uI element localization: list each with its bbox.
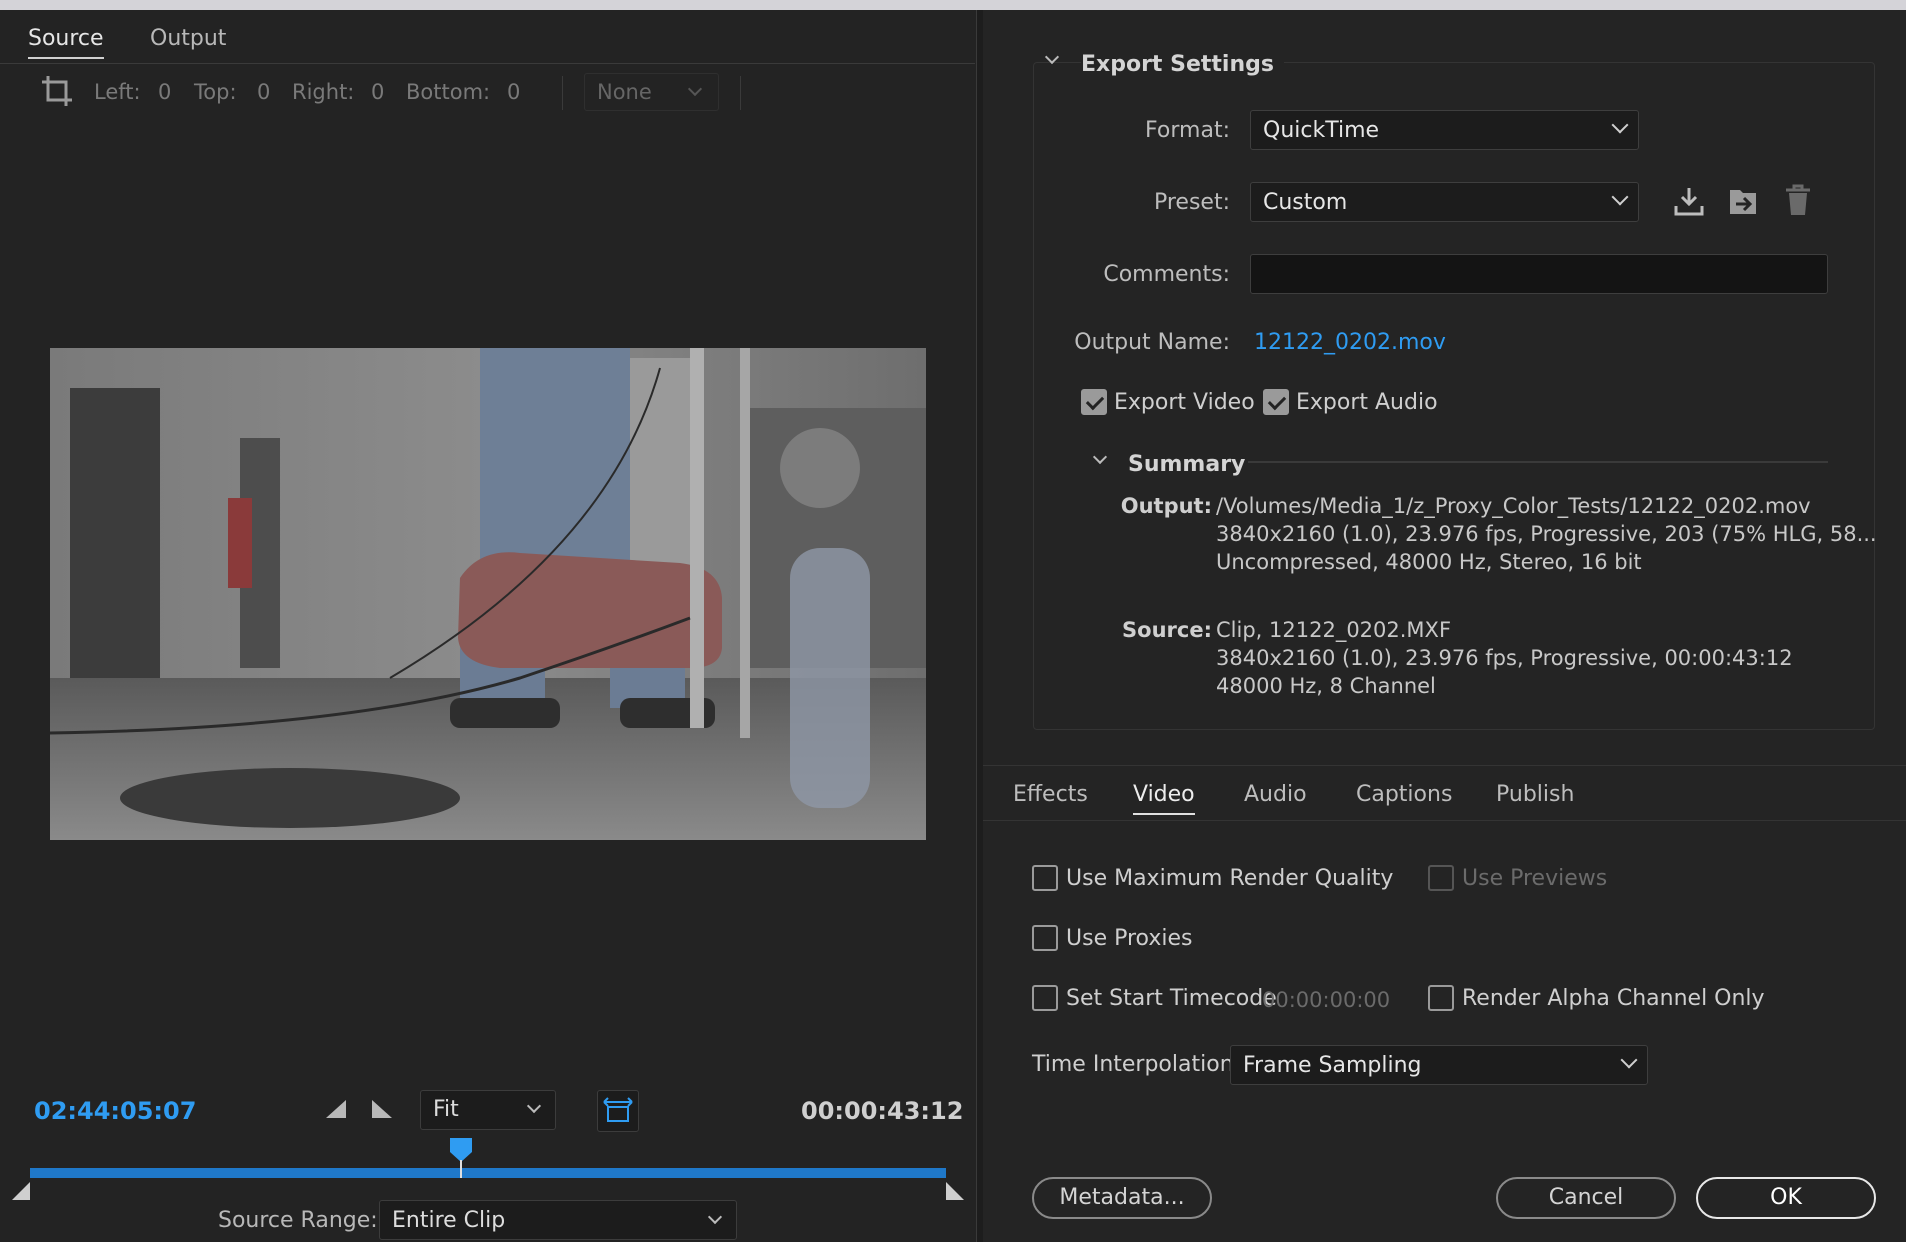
save-preset-icon[interactable]	[1672, 184, 1706, 218]
chevron-down-icon	[1611, 188, 1629, 206]
summary-output-line: /Volumes/Media_1/z_Proxy_Color_Tests/121…	[1216, 494, 1811, 518]
crop-top-label: Top:	[194, 80, 237, 104]
preset-dropdown[interactable]: Custom	[1250, 182, 1639, 222]
time-interpolation-dropdown[interactable]: Frame Sampling	[1230, 1045, 1648, 1085]
chevron-down-icon	[526, 1098, 542, 1114]
summary-title: Summary	[1128, 452, 1246, 477]
playhead-handle[interactable]	[448, 1136, 474, 1178]
aspect-correction-button[interactable]	[597, 1090, 639, 1132]
source-range-label: Source Range:	[218, 1208, 378, 1233]
crop-icon[interactable]	[40, 74, 74, 108]
render-alpha-checkbox[interactable]	[1428, 985, 1454, 1011]
crop-left-label: Left:	[94, 80, 141, 104]
summary-source-key: Source:	[1122, 618, 1212, 642]
toolbar-divider	[562, 76, 563, 110]
export-audio-checkbox[interactable]	[1263, 389, 1289, 415]
preset-value: Custom	[1263, 190, 1348, 215]
current-timecode[interactable]: 02:44:05:07	[34, 1097, 196, 1125]
ok-button[interactable]: OK	[1696, 1177, 1876, 1219]
preset-label: Preset:	[1153, 190, 1230, 215]
crop-right-label: Right:	[292, 80, 355, 104]
in-point-marker-icon[interactable]	[10, 1180, 32, 1202]
use-proxies-checkbox[interactable]	[1032, 925, 1058, 951]
video-preview	[50, 348, 926, 840]
time-interpolation-value: Frame Sampling	[1243, 1053, 1422, 1078]
use-previews-label: Use Previews	[1462, 866, 1608, 891]
summary-divider	[1248, 461, 1828, 463]
time-interpolation-label: Time Interpolation:	[1032, 1052, 1242, 1077]
set-start-timecode-label: Set Start Timecode	[1066, 986, 1277, 1011]
start-timecode-value[interactable]: 00:00:00:00	[1262, 988, 1390, 1012]
output-name-label: Output Name:	[1074, 330, 1230, 355]
max-render-quality-label: Use Maximum Render Quality	[1066, 866, 1394, 891]
export-audio-label: Export Audio	[1296, 390, 1438, 415]
cancel-button[interactable]: Cancel	[1496, 1177, 1676, 1219]
set-out-point-icon[interactable]	[370, 1098, 394, 1120]
set-in-point-icon[interactable]	[324, 1098, 348, 1120]
export-video-label: Export Video	[1114, 390, 1255, 415]
use-proxies-label: Use Proxies	[1066, 926, 1193, 951]
comments-label: Comments:	[1103, 262, 1230, 287]
chevron-down-icon	[707, 1209, 723, 1225]
chevron-down-icon	[1611, 116, 1629, 134]
tab-video[interactable]: Video	[1133, 782, 1195, 815]
tab-audio[interactable]: Audio	[1244, 782, 1307, 807]
crop-bottom-label: Bottom:	[406, 80, 491, 104]
summary-source-line: 48000 Hz, 8 Channel	[1216, 674, 1436, 698]
chevron-down-icon	[1620, 1051, 1638, 1069]
crop-aspect-dropdown[interactable]: None	[584, 73, 719, 111]
crop-top-value[interactable]: 0	[257, 80, 270, 104]
format-value: QuickTime	[1263, 118, 1380, 143]
comments-input[interactable]	[1250, 254, 1828, 294]
format-label: Format:	[1145, 118, 1230, 143]
tab-publish[interactable]: Publish	[1496, 782, 1574, 807]
set-start-timecode-checkbox[interactable]	[1032, 985, 1058, 1011]
out-point-marker-icon[interactable]	[944, 1180, 966, 1202]
crop-bottom-value[interactable]: 0	[507, 80, 520, 104]
summary-source-line: 3840x2160 (1.0), 23.976 fps, Progressive…	[1216, 646, 1793, 670]
duration-timecode: 00:00:43:12	[801, 1097, 964, 1125]
source-range-dropdown[interactable]: Entire Clip	[379, 1200, 737, 1240]
window-top-bar	[0, 0, 1906, 10]
output-name-link[interactable]: 12122_0202.mov	[1254, 330, 1446, 355]
max-render-quality-checkbox[interactable]	[1032, 865, 1058, 891]
export-settings-title: Export Settings	[1081, 52, 1284, 77]
crop-right-value[interactable]: 0	[371, 80, 384, 104]
delete-preset-icon[interactable]	[1782, 182, 1814, 218]
use-previews-checkbox[interactable]	[1428, 865, 1454, 891]
toolbar-divider	[740, 76, 741, 110]
video-frame-image	[50, 348, 926, 840]
timeline-track[interactable]	[30, 1168, 946, 1178]
source-range-value: Entire Clip	[392, 1208, 506, 1233]
summary-output-line: 3840x2160 (1.0), 23.976 fps, Progressive…	[1216, 522, 1877, 546]
summary-output-line: Uncompressed, 48000 Hz, Stereo, 16 bit	[1216, 550, 1642, 574]
crop-aspect-value: None	[597, 80, 652, 104]
source-output-tabs	[0, 10, 975, 64]
render-alpha-label: Render Alpha Channel Only	[1462, 986, 1765, 1011]
summary-source-line: Clip, 12122_0202.MXF	[1216, 618, 1452, 642]
chevron-down-icon	[687, 81, 703, 97]
summary-output-key: Output:	[1120, 494, 1212, 518]
format-dropdown[interactable]: QuickTime	[1250, 110, 1639, 150]
tab-captions[interactable]: Captions	[1356, 782, 1452, 807]
fit-frame-icon	[603, 1097, 633, 1122]
zoom-level-dropdown[interactable]: Fit	[420, 1090, 556, 1130]
tab-effects[interactable]: Effects	[1013, 782, 1088, 807]
import-preset-icon[interactable]	[1726, 184, 1760, 218]
zoom-level-value: Fit	[433, 1097, 459, 1122]
metadata-button[interactable]: Metadata...	[1032, 1177, 1212, 1219]
tab-source[interactable]: Source	[28, 26, 104, 59]
tab-output[interactable]: Output	[150, 26, 226, 51]
crop-left-value[interactable]: 0	[158, 80, 171, 104]
export-video-checkbox[interactable]	[1081, 389, 1107, 415]
